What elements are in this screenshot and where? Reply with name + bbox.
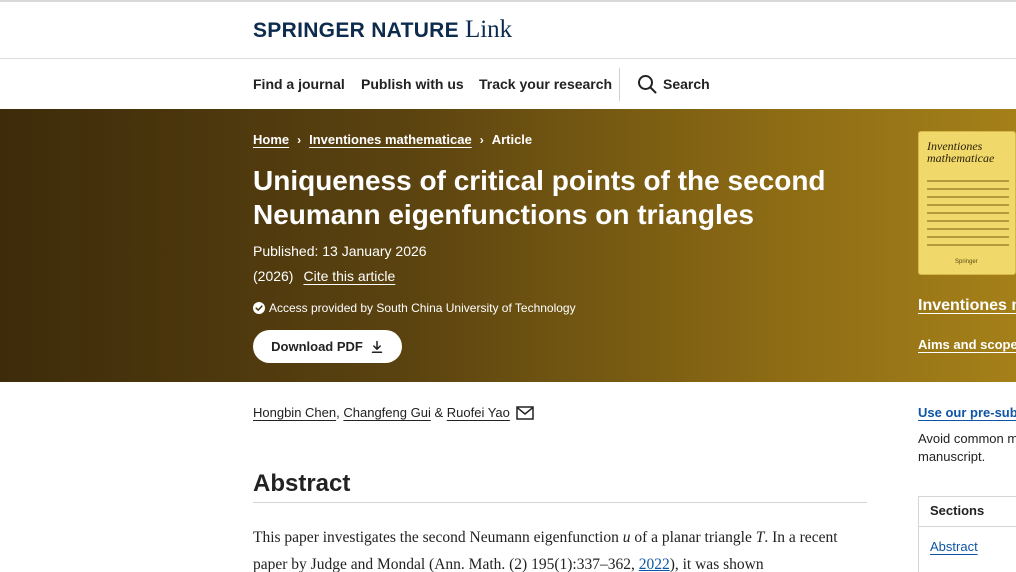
search-icon [638,75,657,94]
brand-main-text: SPRINGER NATURE [253,19,459,42]
article-title: Uniqueness of critical points of the sec… [253,165,826,230]
sections-link-abstract[interactable]: Abstract [930,539,978,554]
author-link[interactable]: Ruofei Yao [447,405,510,420]
author-link[interactable]: Changfeng Gui [343,405,430,420]
search-label: Search [663,76,710,92]
author-list: Hongbin Chen, Changfeng Gui & Ruofei Yao [253,405,534,420]
download-pdf-label: Download PDF [271,339,363,354]
author-separator: & [434,405,444,420]
download-icon [371,340,383,353]
download-pdf-button[interactable]: Download PDF [253,330,402,363]
main-nav: Find a journal Publish with us Track you… [0,60,1016,109]
mail-icon[interactable] [516,405,534,420]
journal-cover[interactable]: Inventiones mathematicae Springer [918,131,1016,275]
brand-link-text: Link [464,16,513,43]
brand-bar: SPRINGER NATURE Link [0,2,1016,59]
published-date: Published: 13 January 2026 [253,243,427,259]
nav-publish-with-us[interactable]: Publish with us [361,76,464,92]
chevron-right-icon: › [297,132,302,147]
aims-and-scope-link[interactable]: Aims and scope [918,337,1016,352]
article-year: (2026) [253,268,294,284]
abstract-text: This paper investigates the second Neuma… [253,529,838,572]
year-cite-line: (2026) Cite this article [253,268,395,284]
breadcrumb-home[interactable]: Home [253,132,289,147]
sections-panel: Sections Abstract [918,496,1016,572]
access-text: Access provided by South China Universit… [269,301,576,315]
nav-find-a-journal[interactable]: Find a journal [253,76,345,92]
nav-divider [619,68,620,101]
pre-submission-link[interactable]: Use our pre-sub [918,405,1016,420]
access-notice: Access provided by South China Universit… [253,301,576,315]
sections-heading: Sections [930,503,985,518]
journal-name-link[interactable]: Inventiones m [918,297,1016,315]
author-link[interactable]: Hongbin Chen [253,405,336,420]
chevron-right-icon: › [479,132,484,147]
search-button[interactable]: Search [637,74,710,94]
cover-title: Inventiones mathematicae [927,139,995,165]
breadcrumb: Home › Inventiones mathematicae › Articl… [253,132,532,147]
abstract-heading: Abstract [253,470,351,497]
breadcrumb-current: Article [491,132,533,147]
cite-this-article-link[interactable]: Cite this article [303,268,395,284]
check-circle-icon [253,302,265,314]
sections-divider [919,526,1016,527]
author-separator: , [336,405,340,420]
side-promo-text: Avoid common m manuscript. [918,431,1016,464]
springer-nature-link-logo[interactable]: SPRINGER NATURE Link [253,16,512,44]
cover-contents [927,180,1009,252]
article-hero: Home › Inventiones mathematicae › Articl… [0,109,1016,382]
breadcrumb-journal[interactable]: Inventiones mathematicae [309,132,472,147]
nav-track-your-research[interactable]: Track your research [479,76,612,92]
reference-year-link[interactable]: 2022 [639,556,670,572]
math-var-u: u [622,529,631,546]
abstract-divider [253,502,867,503]
cover-publisher: Springer [955,259,978,265]
